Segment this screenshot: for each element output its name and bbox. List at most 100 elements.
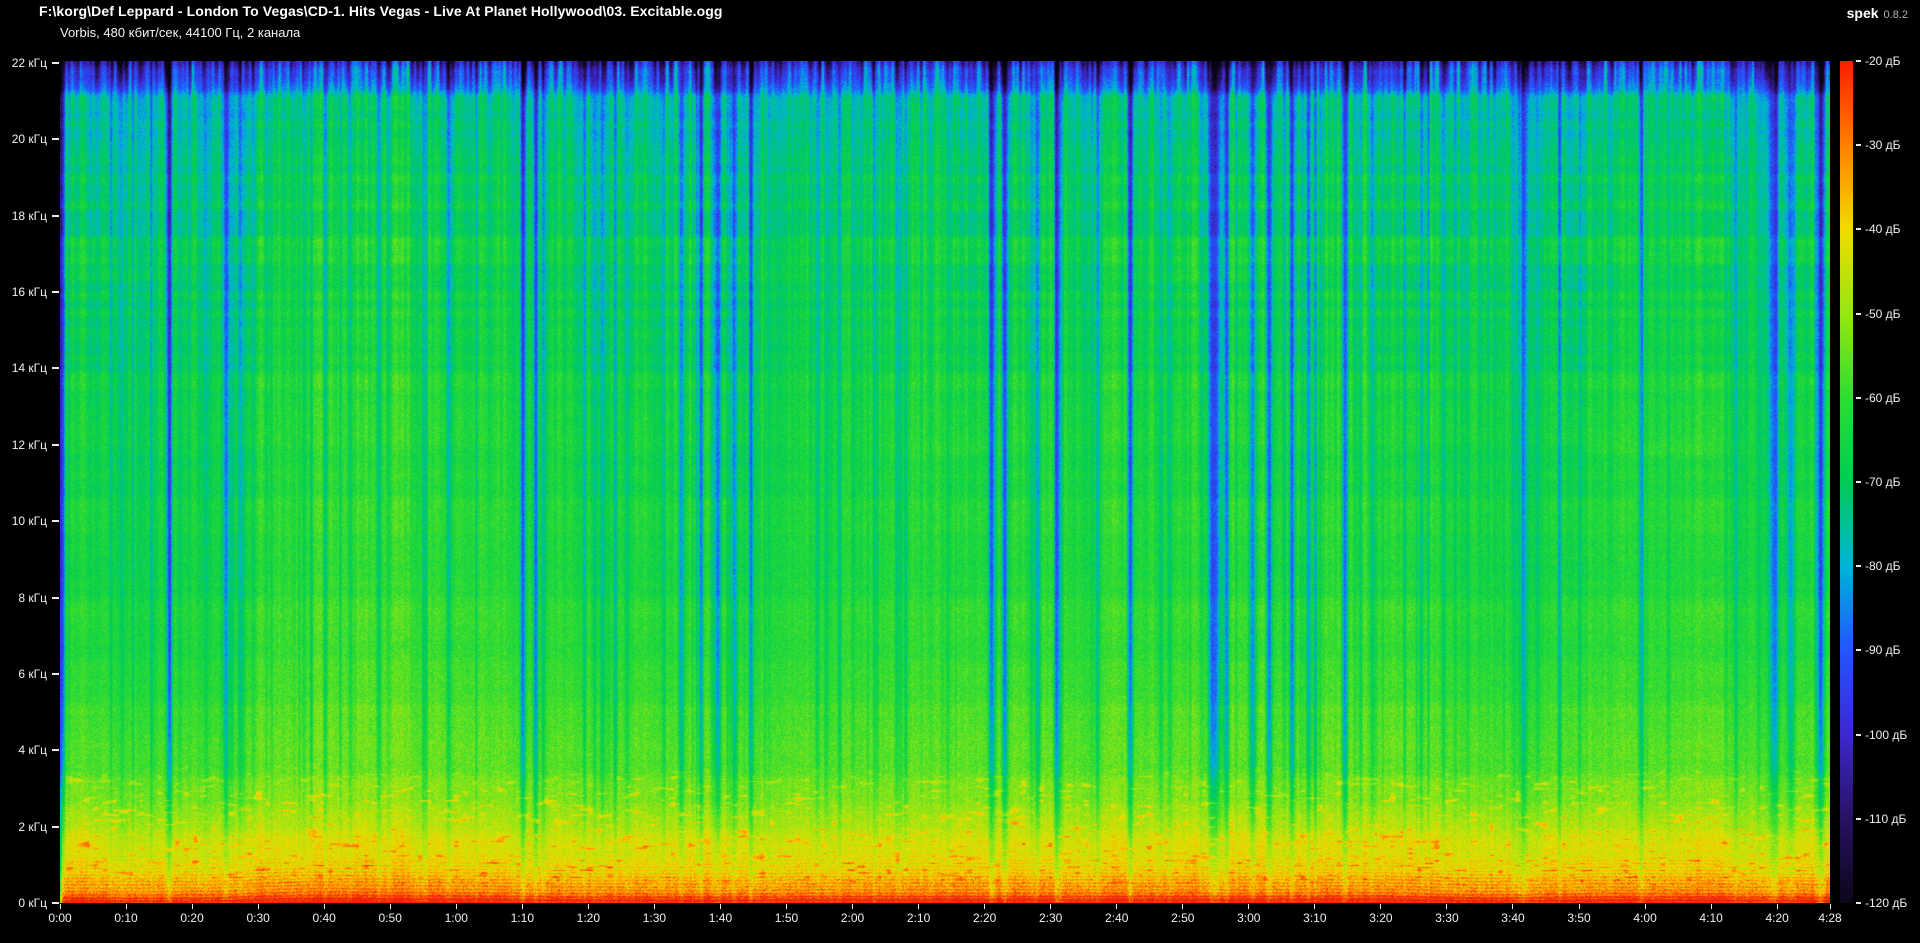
time-tick	[984, 904, 986, 909]
time-tick-label: 4:10	[1699, 911, 1723, 925]
db-tick-label: -120 дБ	[1865, 896, 1908, 910]
time-tick	[257, 904, 259, 909]
db-tick	[1856, 649, 1861, 651]
db-tick	[1856, 565, 1861, 567]
db-tick-label: -90 дБ	[1865, 643, 1901, 657]
time-tick	[918, 904, 920, 909]
app-name: spek	[1846, 5, 1879, 21]
db-tick-label: -100 дБ	[1865, 728, 1908, 742]
frequency-tick-label: 16 кГц	[11, 285, 47, 299]
time-tick-label: 3:20	[1369, 911, 1393, 925]
time-tick	[1644, 904, 1646, 909]
time-tick-label: 4:00	[1633, 911, 1657, 925]
time-tick	[521, 904, 523, 909]
time-tick	[1776, 904, 1778, 909]
time-tick-label: 0:30	[246, 911, 270, 925]
time-tick-label: 3:00	[1237, 911, 1261, 925]
time-tick-label: 4:20	[1765, 911, 1789, 925]
frequency-tick-label: 22 кГц	[11, 56, 47, 70]
time-tick-label: 2:10	[906, 911, 931, 925]
frequency-tick-label: 20 кГц	[11, 132, 47, 146]
time-tick	[719, 904, 721, 909]
time-tick	[323, 904, 325, 909]
time-tick	[1578, 904, 1580, 909]
frequency-tick	[52, 902, 59, 904]
time-tick-label: 0:40	[312, 911, 336, 925]
spectrogram-canvas	[60, 61, 1830, 903]
db-tick	[1856, 902, 1861, 904]
time-tick	[1380, 904, 1382, 909]
time-tick	[455, 904, 457, 909]
time-tick	[1512, 904, 1514, 909]
db-tick-label: -40 дБ	[1865, 222, 1901, 236]
time-tick-label: 3:40	[1501, 911, 1525, 925]
time-tick-label: 2:30	[1038, 911, 1063, 925]
frequency-tick-label: 14 кГц	[11, 361, 47, 375]
db-tick	[1856, 313, 1861, 315]
db-tick	[1856, 734, 1861, 736]
time-tick-label: 0:50	[378, 911, 402, 925]
time-tick	[1182, 904, 1184, 909]
frequency-tick	[52, 138, 59, 140]
time-tick	[1116, 904, 1118, 909]
time-tick	[653, 904, 655, 909]
time-tick	[1248, 904, 1250, 909]
time-tick-label: 1:50	[774, 911, 799, 925]
frequency-tick	[52, 215, 59, 217]
time-tick	[389, 904, 391, 909]
time-tick-label: 1:40	[708, 911, 733, 925]
time-tick-label: 2:40	[1105, 911, 1129, 925]
time-tick-label: 2:50	[1171, 911, 1195, 925]
time-tick-label: 3:50	[1567, 911, 1591, 925]
time-tick	[125, 904, 127, 909]
time-tick	[59, 904, 61, 909]
db-tick-label: -50 дБ	[1865, 307, 1901, 321]
spek-window: F:\korg\Def Leppard - London To Vegas\CD…	[0, 0, 1920, 943]
db-tick-label: -30 дБ	[1865, 138, 1901, 152]
time-tick	[1829, 904, 1831, 909]
app-version-number: 0.8.2	[1883, 9, 1908, 21]
db-tick	[1856, 397, 1861, 399]
db-tick	[1856, 481, 1861, 483]
time-tick-label: 1:00	[444, 911, 468, 925]
time-tick-label: 2:20	[972, 911, 997, 925]
time-tick	[1710, 904, 1712, 909]
frequency-tick	[52, 597, 59, 599]
frequency-tick-label: 12 кГц	[11, 438, 47, 452]
db-tick-label: -80 дБ	[1865, 559, 1901, 573]
time-tick	[587, 904, 589, 909]
stream-info: Vorbis, 480 кбит/сек, 44100 Гц, 2 канала	[60, 25, 301, 40]
time-tick	[1314, 904, 1316, 909]
frequency-tick-label: 6 кГц	[18, 667, 47, 681]
frequency-tick	[52, 826, 59, 828]
time-tick-label: 2:00	[840, 911, 865, 925]
db-tick	[1856, 818, 1861, 820]
time-tick-label: 0:10	[114, 911, 138, 925]
time-tick-label: 1:10	[510, 911, 534, 925]
db-tick	[1856, 228, 1861, 230]
time-tick-label: 3:10	[1303, 911, 1327, 925]
frequency-tick	[52, 673, 59, 675]
frequency-tick	[52, 367, 59, 369]
frequency-tick	[52, 520, 59, 522]
frequency-tick-label: 4 кГц	[18, 743, 47, 757]
db-tick	[1856, 144, 1861, 146]
colorbar-canvas	[1840, 61, 1853, 903]
time-tick-label: 0:00	[48, 911, 72, 925]
frequency-tick-label: 8 кГц	[18, 591, 47, 605]
frequency-tick	[52, 62, 59, 64]
time-tick	[1446, 904, 1448, 909]
frequency-tick-label: 2 кГц	[18, 820, 47, 834]
time-tick	[852, 904, 854, 909]
frequency-tick-label: 10 кГц	[11, 514, 47, 528]
app-version-badge: spek 0.8.2	[1847, 5, 1908, 21]
db-tick-label: -20 дБ	[1865, 54, 1901, 68]
time-tick-label: 3:30	[1435, 911, 1459, 925]
frequency-tick	[52, 291, 59, 293]
db-tick-label: -60 дБ	[1865, 391, 1901, 405]
time-tick	[785, 904, 787, 909]
db-tick	[1856, 60, 1861, 62]
db-tick-label: -110 дБ	[1865, 812, 1907, 826]
time-tick	[191, 904, 193, 909]
db-tick-label: -70 дБ	[1865, 475, 1901, 489]
